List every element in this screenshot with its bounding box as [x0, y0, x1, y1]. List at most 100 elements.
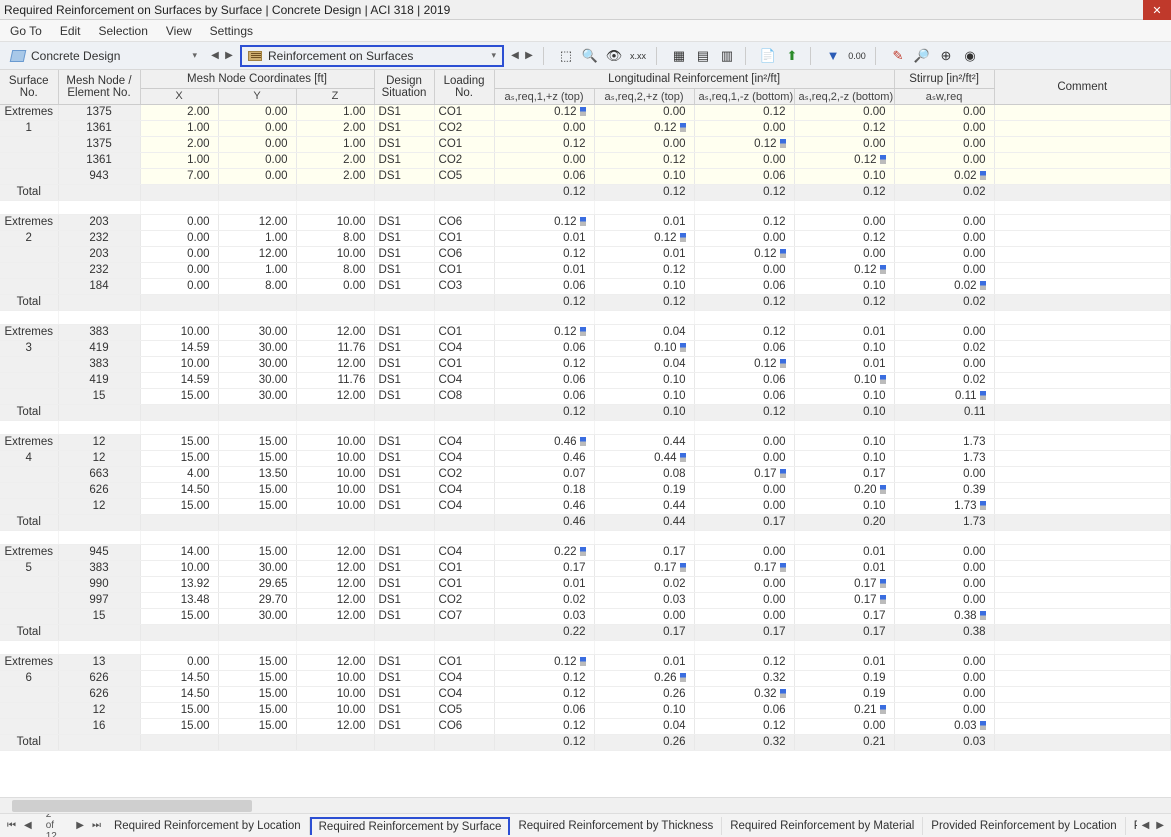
table-row[interactable]: Extremes1215.0015.0010.00DS1CO40.460.440… — [0, 434, 1171, 450]
table-row[interactable]: 1840.008.000.00DS1CO30.060.100.060.100.0… — [0, 278, 1171, 294]
col-y[interactable]: Y — [218, 88, 296, 104]
module-dropdown[interactable]: Concrete Design ▾ — [4, 45, 204, 67]
tool-grid3-icon[interactable]: ▥ — [716, 45, 738, 67]
table-row[interactable]: 538310.0030.0012.00DS1CO10.170.170.170.0… — [0, 560, 1171, 576]
tool-export-icon[interactable]: ⬆ — [781, 45, 803, 67]
total-row: Total0.220.170.170.170.38 — [0, 624, 1171, 640]
prev-module-button[interactable]: ◀ — [208, 50, 222, 61]
table-row[interactable]: 62614.5015.0010.00DS1CO40.180.190.000.20… — [0, 482, 1171, 498]
next-module-button[interactable]: ▶ — [222, 50, 236, 61]
last-page-button[interactable]: ⏭ — [89, 820, 104, 831]
tool-value-icon[interactable]: x.xx — [627, 45, 649, 67]
col-surface[interactable]: Surface No. — [0, 70, 58, 104]
menu-edit[interactable]: Edit — [52, 22, 89, 40]
table-row[interactable]: 38310.0030.0012.00DS1CO10.120.040.120.01… — [0, 356, 1171, 372]
module-dropdown-label: Concrete Design — [31, 49, 186, 63]
tool-report-icon[interactable]: 📄 — [757, 45, 779, 67]
col-a3[interactable]: aₛ,req,1,-z (bottom) — [694, 88, 794, 104]
table-row[interactable]: 9437.000.002.00DS1CO50.060.100.060.100.0… — [0, 168, 1171, 184]
menu-selection[interactable]: Selection — [91, 22, 156, 40]
tool-find-icon[interactable]: 🔍 — [579, 45, 601, 67]
col-z[interactable]: Z — [296, 88, 374, 104]
menu-settings[interactable]: Settings — [202, 22, 261, 40]
table-row[interactable]: 1515.0030.0012.00DS1CO80.060.100.060.100… — [0, 388, 1171, 404]
tool-zoomfit-icon[interactable]: ⊕ — [935, 45, 957, 67]
col-stirrup[interactable]: Stirrup [in²/ft²] — [894, 70, 994, 88]
table-row[interactable]: Extremes130.0015.0012.00DS1CO10.120.010.… — [0, 654, 1171, 670]
table-row[interactable]: 41215.0015.0010.00DS1CO40.460.440.000.10… — [0, 450, 1171, 466]
first-page-button[interactable]: ⏮ — [4, 820, 19, 831]
footer-tab-5[interactable]: Provided Reinforcement by — [1126, 817, 1137, 835]
table-row[interactable]: 113611.000.002.00DS1CO20.000.120.000.120… — [0, 120, 1171, 136]
next-page-button[interactable]: ▶ — [73, 820, 87, 831]
pager: ⏮ ◀ 2 of 12 ▶ ⏭ — [4, 813, 104, 837]
table-row[interactable]: Extremes13752.000.001.00DS1CO10.120.000.… — [0, 104, 1171, 120]
table-row[interactable]: 99013.9229.6512.00DS1CO10.010.020.000.17… — [0, 576, 1171, 592]
menu-go-to[interactable]: Go To — [2, 22, 50, 40]
tool-filter-icon[interactable]: ▼ — [822, 45, 844, 67]
chevron-down-icon: ▾ — [192, 50, 197, 61]
menu-view[interactable]: View — [158, 22, 200, 40]
tool-decimal-icon[interactable]: 0.00 — [846, 45, 868, 67]
table-row[interactable]: 341914.5930.0011.76DS1CO40.060.100.060.1… — [0, 340, 1171, 356]
table-row[interactable]: 1615.0015.0012.00DS1CO60.120.040.120.000… — [0, 718, 1171, 734]
table-row[interactable]: 1215.0015.0010.00DS1CO40.460.440.000.101… — [0, 498, 1171, 514]
col-a4[interactable]: aₛ,req,2,-z (bottom) — [794, 88, 894, 104]
col-x[interactable]: X — [140, 88, 218, 104]
col-coords[interactable]: Mesh Node Coordinates [ft] — [140, 70, 374, 88]
table-row[interactable]: 662614.5015.0010.00DS1CO40.120.260.320.1… — [0, 670, 1171, 686]
module-nav: ◀ ▶ — [208, 50, 236, 61]
tool-grid2-icon[interactable]: ▤ — [692, 45, 714, 67]
footer-tab-3[interactable]: Required Reinforcement by Material — [722, 817, 923, 835]
col-long[interactable]: Longitudinal Reinforcement [in²/ft] — [494, 70, 894, 88]
table-row[interactable]: 2320.001.008.00DS1CO10.010.120.000.120.0… — [0, 262, 1171, 278]
table-row[interactable]: 1515.0030.0012.00DS1CO70.030.000.000.170… — [0, 608, 1171, 624]
tool-zoom-icon[interactable]: 🔎 — [911, 45, 933, 67]
col-asw[interactable]: aₛw,req — [894, 88, 994, 104]
tool-view-icon[interactable]: 👁 — [603, 45, 625, 67]
prev-page-button[interactable]: ◀ — [21, 820, 35, 831]
tool-edit-icon[interactable]: ✎ — [887, 45, 909, 67]
table-row[interactable]: 2030.0012.0010.00DS1CO60.120.010.120.000… — [0, 246, 1171, 262]
result-nav: ◀ ▶ — [508, 50, 536, 61]
menu-bar: Go ToEditSelectionViewSettings — [0, 20, 1171, 42]
tool-color-icon[interactable]: ◉ — [959, 45, 981, 67]
table-row[interactable]: 22320.001.008.00DS1CO10.010.120.000.120.… — [0, 230, 1171, 246]
horizontal-scrollbar[interactable] — [0, 797, 1171, 813]
col-a2[interactable]: aₛ,req,2,+z (top) — [594, 88, 694, 104]
prev-result-button[interactable]: ◀ — [508, 50, 522, 61]
toolbar: Concrete Design ▾ ◀ ▶ Reinforcement on S… — [0, 42, 1171, 70]
close-button[interactable]: ✕ — [1143, 0, 1171, 20]
table-row[interactable]: 6634.0013.5010.00DS1CO20.070.080.170.170… — [0, 466, 1171, 482]
total-row: Total0.120.120.120.120.02 — [0, 294, 1171, 310]
footer-tab-4[interactable]: Provided Reinforcement by Location — [923, 817, 1125, 835]
total-row: Total0.120.120.120.120.02 — [0, 184, 1171, 200]
table-row[interactable]: 41914.5930.0011.76DS1CO40.060.100.060.10… — [0, 372, 1171, 388]
col-ds[interactable]: Design Situation — [374, 70, 434, 104]
col-comment[interactable]: Comment — [994, 70, 1170, 104]
concrete-icon — [10, 50, 27, 62]
col-a1[interactable]: aₛ,req,1,+z (top) — [494, 88, 594, 104]
col-loading[interactable]: Loading No. — [434, 70, 494, 104]
title-bar: Required Reinforcement on Surfaces by Su… — [0, 0, 1171, 20]
result-dropdown[interactable]: Reinforcement on Surfaces ▾ — [240, 45, 504, 67]
tab-scroll-right[interactable]: ▶ — [1153, 820, 1167, 831]
table-row[interactable]: 1215.0015.0010.00DS1CO50.060.100.060.210… — [0, 702, 1171, 718]
table-row[interactable]: 99713.4829.7012.00DS1CO20.020.030.000.17… — [0, 592, 1171, 608]
table-row[interactable]: Extremes94514.0015.0012.00DS1CO40.220.17… — [0, 544, 1171, 560]
tool-grid1-icon[interactable]: ▦ — [668, 45, 690, 67]
table-row[interactable]: Extremes38310.0030.0012.00DS1CO10.120.04… — [0, 324, 1171, 340]
footer-tab-1[interactable]: Required Reinforcement by Surface — [310, 817, 511, 835]
scroll-thumb[interactable] — [12, 800, 252, 812]
col-node[interactable]: Mesh Node / Element No. — [58, 70, 140, 104]
table-row[interactable]: 62614.5015.0010.00DS1CO40.120.260.320.19… — [0, 686, 1171, 702]
footer-tab-0[interactable]: Required Reinforcement by Location — [106, 817, 310, 835]
table-row[interactable]: 13752.000.001.00DS1CO10.120.000.120.000.… — [0, 136, 1171, 152]
footer-tab-2[interactable]: Required Reinforcement by Thickness — [510, 817, 722, 835]
table-row[interactable]: 13611.000.002.00DS1CO20.000.120.000.120.… — [0, 152, 1171, 168]
tool-select-icon[interactable]: ⬚ — [555, 45, 577, 67]
page-indicator: 2 of 12 — [43, 813, 66, 837]
next-result-button[interactable]: ▶ — [522, 50, 536, 61]
table-row[interactable]: Extremes2030.0012.0010.00DS1CO60.120.010… — [0, 214, 1171, 230]
tab-scroll-left[interactable]: ◀ — [1139, 820, 1153, 831]
